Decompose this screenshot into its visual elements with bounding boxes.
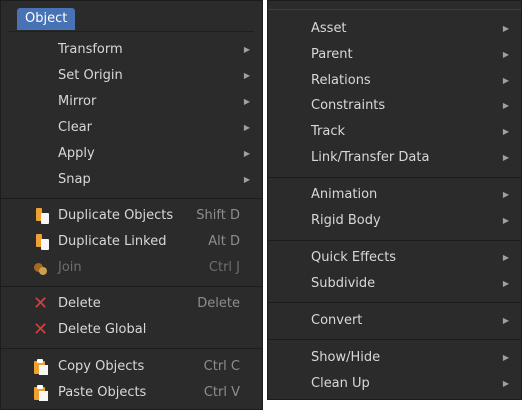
submenu-arrow-icon: ▶ bbox=[502, 190, 509, 199]
menu-item-label: Copy Objects bbox=[58, 359, 145, 374]
duplicate-linked-icon bbox=[33, 234, 49, 250]
menu-item-copy-objects[interactable]: Copy Objects Ctrl C bbox=[1, 354, 262, 380]
submenu-arrow-icon: ▶ bbox=[243, 123, 250, 132]
submenu-arrow-icon: ▶ bbox=[502, 24, 509, 33]
menu-item-animation[interactable]: Animation ▶ bbox=[268, 182, 521, 208]
menu-item-label: Snap bbox=[58, 172, 91, 187]
menu-item-label: Delete Global bbox=[58, 322, 147, 337]
menu-item-track[interactable]: Track ▶ bbox=[268, 119, 521, 145]
submenu-arrow-icon: ▶ bbox=[502, 101, 509, 110]
submenu-arrow-icon: ▶ bbox=[502, 316, 509, 325]
shortcut-label: Alt D bbox=[208, 234, 240, 249]
submenu-arrow-icon: ▶ bbox=[502, 127, 509, 136]
submenu-arrow-icon: ▶ bbox=[502, 76, 509, 85]
menu-item-label: Quick Effects bbox=[311, 250, 397, 265]
menu-item-label: Duplicate Linked bbox=[58, 234, 167, 249]
submenu-arrow-icon: ▶ bbox=[502, 279, 509, 288]
submenu-arrow-icon: ▶ bbox=[502, 353, 509, 362]
menu-item-clear[interactable]: Clear ▶ bbox=[1, 115, 262, 141]
menu-item-subdivide[interactable]: Subdivide ▶ bbox=[268, 271, 521, 297]
submenu-arrow-icon: ▶ bbox=[502, 216, 509, 225]
shortcut-label: Shift D bbox=[196, 208, 240, 223]
menu-item-label: Mirror bbox=[58, 94, 97, 109]
header-divider bbox=[9, 31, 254, 32]
submenu-arrow-icon: ▶ bbox=[502, 253, 509, 262]
menu-item-label: Set Origin bbox=[58, 68, 123, 83]
menu-item-label: Join bbox=[58, 260, 82, 275]
menu-item-rigid-body[interactable]: Rigid Body ▶ bbox=[268, 208, 521, 234]
menu-item-label: Parent bbox=[311, 47, 353, 62]
submenu-arrow-icon: ▶ bbox=[502, 153, 509, 162]
menu-item-label: Clean Up bbox=[311, 376, 370, 391]
submenu-arrow-icon: ▶ bbox=[243, 97, 250, 106]
shortcut-label: Ctrl C bbox=[203, 359, 240, 374]
menu-item-label: Duplicate Objects bbox=[58, 208, 174, 223]
submenu-arrow-icon: ▶ bbox=[502, 379, 509, 388]
menu-item-label: Clear bbox=[58, 120, 92, 135]
menu-separator bbox=[268, 240, 521, 241]
menu-separator bbox=[268, 177, 521, 178]
menu-item-label: Constraints bbox=[311, 98, 386, 113]
delete-x-icon: ✕ bbox=[33, 293, 49, 314]
paste-clipboard-icon bbox=[33, 385, 49, 401]
menu-item-label: Convert bbox=[311, 313, 363, 328]
menu-item-constraints[interactable]: Constraints ▶ bbox=[268, 93, 521, 119]
menu-item-clean-up[interactable]: Clean Up ▶ bbox=[268, 371, 521, 397]
menu-item-label: Animation bbox=[311, 187, 378, 202]
shortcut-label: Ctrl J bbox=[208, 260, 240, 275]
menu-item-transform[interactable]: Transform ▶ bbox=[1, 37, 262, 63]
menu-item-label: Transform bbox=[58, 42, 123, 57]
menu-item-apply[interactable]: Apply ▶ bbox=[1, 141, 262, 167]
menu-item-label: Track bbox=[311, 124, 346, 139]
menu-item-mirror[interactable]: Mirror ▶ bbox=[1, 89, 262, 115]
menu-item-label: Relations bbox=[311, 73, 371, 88]
shortcut-label: Ctrl V bbox=[203, 385, 240, 400]
copy-clipboard-icon bbox=[33, 359, 49, 375]
menu-item-snap[interactable]: Snap ▶ bbox=[1, 167, 262, 193]
menu-item-parent[interactable]: Parent ▶ bbox=[268, 42, 521, 68]
submenu-arrow-icon: ▶ bbox=[502, 50, 509, 59]
menu-separator bbox=[268, 339, 521, 340]
menu-item-duplicate-linked[interactable]: Duplicate Linked Alt D bbox=[1, 229, 262, 255]
submenu-arrow-icon: ▶ bbox=[243, 149, 250, 158]
menu-item-link-transfer-data[interactable]: Link/Transfer Data ▶ bbox=[268, 145, 521, 171]
menu-item-label: Show/Hide bbox=[311, 350, 381, 365]
menu-item-label: Paste Objects bbox=[58, 385, 147, 400]
menu-item-relations[interactable]: Relations ▶ bbox=[268, 68, 521, 94]
submenu-arrow-icon: ▶ bbox=[243, 71, 250, 80]
menu-item-label: Rigid Body bbox=[311, 213, 381, 228]
shortcut-label: Delete bbox=[197, 296, 240, 311]
menu-item-asset[interactable]: Asset ▶ bbox=[268, 16, 521, 42]
submenu-arrow-icon: ▶ bbox=[243, 45, 250, 54]
join-icon bbox=[33, 260, 49, 276]
menu-item-delete[interactable]: ✕ Delete Delete bbox=[1, 291, 262, 317]
object-menu-panel: Object Transform ▶ Set Origin ▶ Mirror ▶… bbox=[0, 0, 263, 410]
menu-item-convert[interactable]: Convert ▶ bbox=[268, 308, 521, 334]
menu-item-label: Apply bbox=[58, 146, 95, 161]
menu-item-paste-objects[interactable]: Paste Objects Ctrl V bbox=[1, 380, 262, 406]
object-submenus-panel: Asset ▶ Parent ▶ Relations ▶ Constraints… bbox=[267, 0, 522, 400]
menu-item-set-origin[interactable]: Set Origin ▶ bbox=[1, 63, 262, 89]
menu-item-label: Subdivide bbox=[311, 276, 376, 291]
menu-separator bbox=[268, 9, 521, 10]
menu-separator bbox=[1, 348, 262, 349]
menu-item-join[interactable]: Join Ctrl J bbox=[1, 255, 262, 281]
object-menu-header[interactable]: Object bbox=[17, 8, 76, 30]
submenu-arrow-icon: ▶ bbox=[243, 175, 250, 184]
delete-x-icon: ✕ bbox=[33, 319, 49, 340]
menu-separator bbox=[268, 302, 521, 303]
menu-separator bbox=[1, 198, 262, 199]
duplicate-icon bbox=[33, 208, 49, 224]
menu-item-label: Asset bbox=[311, 21, 347, 36]
menu-item-label: Link/Transfer Data bbox=[311, 150, 430, 165]
menu-item-label: Delete bbox=[58, 296, 101, 311]
menu-item-delete-global[interactable]: ✕ Delete Global bbox=[1, 317, 262, 343]
menu-item-duplicate-objects[interactable]: Duplicate Objects Shift D bbox=[1, 203, 262, 229]
menu-separator bbox=[1, 286, 262, 287]
menu-item-quick-effects[interactable]: Quick Effects ▶ bbox=[268, 245, 521, 271]
menu-item-show-hide[interactable]: Show/Hide ▶ bbox=[268, 345, 521, 371]
